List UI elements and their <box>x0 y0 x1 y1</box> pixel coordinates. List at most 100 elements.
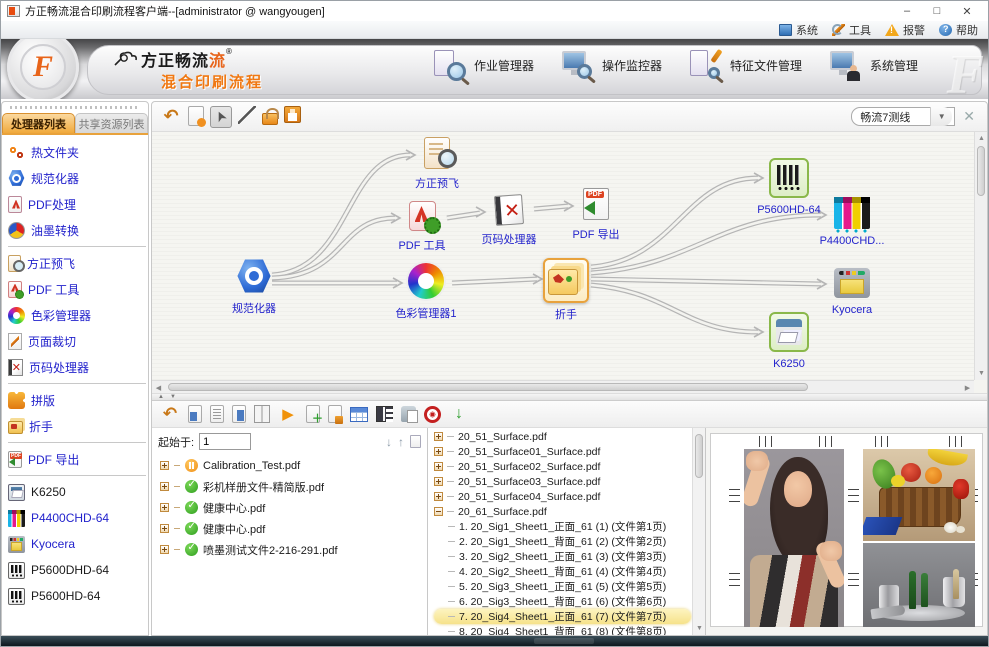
header-button-operation-monitor[interactable]: 操作监控器 <box>560 49 662 81</box>
surface-tree-row[interactable]: 3. 20_Sig2_Sheet1_正面_61 (3) (文件第3页) <box>434 549 691 564</box>
printer-k6250-green-icon[interactable] <box>769 312 809 355</box>
close-workflow-button[interactable]: ✕ <box>963 108 975 125</box>
surface-tree-row[interactable]: 4. 20_Sig2_Sheet1_背面_61 (4) (文件第4页) <box>434 564 691 579</box>
expand-toggle-icon[interactable] <box>434 492 443 501</box>
workflow-node[interactable]: 方正预飞 <box>382 135 492 191</box>
line-tool-icon[interactable] <box>238 106 256 124</box>
expand-toggle-icon[interactable] <box>434 477 443 486</box>
scroll-up-arrow[interactable]: ▲ <box>975 132 988 145</box>
surface-tree-row[interactable]: 20_51_Surface.pdf <box>434 429 691 444</box>
founder-preflight-icon[interactable] <box>424 135 450 172</box>
page-add-icon[interactable] <box>306 405 320 423</box>
surface-tree-row[interactable]: 20_51_Surface03_Surface.pdf <box>434 474 691 489</box>
header-button-job-manager[interactable]: 作业管理器 <box>432 49 534 81</box>
sidebar-item[interactable]: 规范化器 <box>8 165 148 191</box>
expand-toggle-icon[interactable] <box>160 545 169 554</box>
sidebar-item[interactable]: 油墨转换 <box>8 217 148 243</box>
panel-list-icon[interactable] <box>376 406 393 422</box>
expand-toggle-icon[interactable] <box>160 461 169 470</box>
window-grid-icon[interactable] <box>254 405 270 423</box>
canvas-horizontal-scrollbar[interactable]: ◀ ▶ <box>152 380 974 393</box>
archive-icon[interactable] <box>401 406 416 422</box>
workflow-node[interactable]: Kyocera <box>797 264 907 316</box>
save-workflow-icon[interactable] <box>284 106 301 123</box>
menubar-item-tools[interactable]: 工具 <box>832 22 871 38</box>
expand-toggle-icon[interactable] <box>434 447 443 456</box>
surface-tree-row[interactable]: 5. 20_Sig3_Sheet1_正面_61 (5) (文件第5页) <box>434 579 691 594</box>
expand-toggle-icon[interactable] <box>160 482 169 491</box>
scroll-thumb[interactable] <box>168 383 808 391</box>
chevron-down-icon[interactable]: ▼ <box>930 107 952 126</box>
sidebar-tab[interactable]: 共享资源列表 <box>75 113 148 133</box>
expand-toggle-icon[interactable] <box>160 503 169 512</box>
page-number-processor-icon[interactable] <box>495 192 523 228</box>
job-list-item[interactable]: 健康中心.pdf <box>160 518 423 539</box>
menubar-item-alarm-warning[interactable]: 报警 <box>885 22 925 38</box>
sidebar-item[interactable]: K6250 <box>8 479 148 505</box>
normalizer-icon[interactable] <box>236 258 272 297</box>
sidebar-item[interactable]: Kyocera <box>8 531 148 557</box>
job-list-item[interactable]: 喷墨测试文件2-216-291.pdf <box>160 539 423 560</box>
undo-icon[interactable] <box>160 106 182 128</box>
sidebar-item[interactable]: 折手 <box>8 413 148 439</box>
menubar-item-help[interactable]: 帮助 <box>939 22 978 38</box>
printer-kyocera-icon[interactable] <box>834 264 870 301</box>
workflow-node[interactable]: 规范化器 <box>199 258 309 316</box>
pdf-tool-icon[interactable] <box>409 198 436 234</box>
panel-splitter[interactable]: ▲▼ <box>152 394 987 401</box>
surface-tree-row[interactable]: 2. 20_Sig1_Sheet1_背面_61 (2) (文件第2页) <box>434 534 691 549</box>
move-up-icon[interactable]: ↑ <box>398 435 404 449</box>
start-at-input[interactable] <box>199 433 251 450</box>
scroll-down-arrow[interactable]: ▼ <box>693 622 706 635</box>
stop-icon[interactable] <box>424 406 441 423</box>
workflow-name-input[interactable] <box>852 111 930 123</box>
expand-toggle-icon[interactable] <box>434 462 443 471</box>
table-icon[interactable] <box>350 407 368 422</box>
pointer-icon[interactable] <box>210 106 232 128</box>
job-list-item[interactable]: 健康中心.pdf <box>160 497 423 518</box>
sidebar-item[interactable]: 拼版 <box>8 387 148 413</box>
workflow-node[interactable]: 色彩管理器1 <box>371 263 481 321</box>
run-icon[interactable] <box>278 404 298 424</box>
expand-toggle-icon[interactable] <box>160 524 169 533</box>
workflow-node[interactable]: 折手 <box>511 258 621 322</box>
sidebar-item[interactable]: 页码处理器 <box>8 354 148 380</box>
expand-toggle-icon[interactable] <box>434 432 443 441</box>
move-down-icon[interactable]: ↓ <box>386 435 392 449</box>
sidebar-grip[interactable] <box>10 104 140 111</box>
surface-tree-row[interactable]: 20_51_Surface02_Surface.pdf <box>434 459 691 474</box>
sidebar-item[interactable]: P5600HD-64 <box>8 583 148 609</box>
workflow-select[interactable]: ▼ <box>851 107 955 126</box>
new-document-icon[interactable] <box>188 106 204 126</box>
printer-cmyk-icon[interactable] <box>834 195 870 232</box>
sidebar-item[interactable]: 热文件夹 <box>8 139 148 165</box>
sidebar-item[interactable]: PDF 导出 <box>8 446 148 472</box>
sidebar-item[interactable]: 页面裁切 <box>8 328 148 354</box>
undo-icon[interactable] <box>160 404 180 424</box>
surface-tree-scrollbar[interactable]: ▼ <box>692 428 705 635</box>
minimize-button[interactable]: – <box>892 3 922 19</box>
header-button-system-manager[interactable]: 系统管理 <box>828 49 918 81</box>
page-copy-icon[interactable] <box>232 405 246 423</box>
job-list-item[interactable]: 彩机样册文件-精简版.pdf <box>160 476 423 497</box>
workflow-canvas[interactable]: 规范化器方正预飞PDF 工具页码处理器PDF 导出色彩管理器1折手P5600HD… <box>152 132 974 380</box>
sidebar-tab[interactable]: 处理器列表 <box>2 113 75 133</box>
scroll-right-arrow[interactable]: ▶ <box>961 381 974 394</box>
sidebar-item[interactable]: PDF 工具 <box>8 276 148 302</box>
sidebar-item[interactable]: 色彩管理器 <box>8 302 148 328</box>
scroll-down-arrow[interactable]: ▼ <box>975 367 988 380</box>
page-lines-icon[interactable] <box>210 405 224 423</box>
scroll-left-arrow[interactable]: ◀ <box>152 381 165 394</box>
sidebar-item[interactable]: P4400CHD-64 <box>8 505 148 531</box>
new-page-icon[interactable] <box>410 435 421 448</box>
scroll-thumb[interactable] <box>977 146 985 196</box>
close-button[interactable]: ✕ <box>952 3 982 19</box>
surface-tree-row[interactable]: 6. 20_Sig3_Sheet1_背面_61 (6) (文件第6页) <box>434 594 691 609</box>
lock-icon[interactable] <box>262 113 278 125</box>
pdf-export-icon[interactable] <box>583 186 609 223</box>
sidebar-item[interactable]: 方正预飞 <box>8 250 148 276</box>
surface-tree-row[interactable]: 1. 20_Sig1_Sheet1_正面_61 (1) (文件第1页) <box>434 519 691 534</box>
workflow-node[interactable]: P4400CHD... <box>797 195 907 247</box>
sidebar-item[interactable]: P5600DHD-64 <box>8 557 148 583</box>
surface-tree-row[interactable]: 20_51_Surface04_Surface.pdf <box>434 489 691 504</box>
